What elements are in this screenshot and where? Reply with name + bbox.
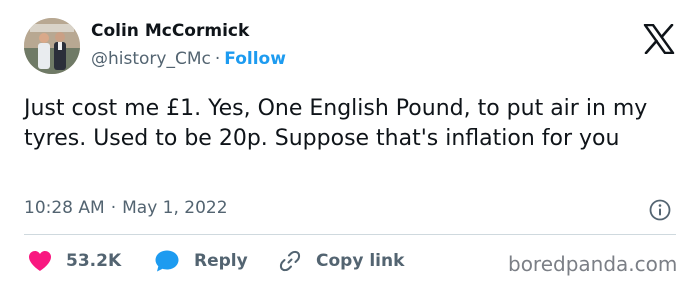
author-handle[interactable]: @history_CMc bbox=[91, 49, 211, 69]
tweet-date: May 1, 2022 bbox=[122, 198, 228, 218]
follow-button[interactable]: Follow bbox=[224, 49, 286, 69]
author-name[interactable]: Colin McCormick bbox=[91, 21, 249, 41]
tweet-timestamp[interactable]: 10:28 AM · May 1, 2022 bbox=[24, 198, 228, 218]
reply-label: Reply bbox=[194, 251, 248, 271]
speech-bubble-icon bbox=[155, 250, 179, 272]
tweet-card: Colin McCormick @history_CMc · Follow Just… bbox=[0, 0, 700, 288]
avatar[interactable] bbox=[24, 18, 80, 74]
divider bbox=[24, 234, 676, 235]
copy-link-label: Copy link bbox=[316, 251, 405, 271]
timestamp-separator: · bbox=[110, 198, 117, 218]
like-button[interactable]: 53.2K bbox=[28, 249, 121, 273]
info-icon[interactable] bbox=[649, 199, 671, 221]
link-icon bbox=[279, 250, 301, 272]
avatar-photo bbox=[24, 18, 80, 74]
tweet-text: Just cost me £1. Yes, One English Pound,… bbox=[24, 96, 648, 151]
tweet-time: 10:28 AM bbox=[24, 198, 105, 218]
x-logo-icon[interactable] bbox=[643, 23, 675, 55]
like-count: 53.2K bbox=[66, 251, 122, 271]
handle-separator: · bbox=[214, 49, 221, 69]
author-handle-row: @history_CMc · Follow bbox=[91, 49, 286, 69]
reply-button[interactable]: Reply bbox=[154, 249, 248, 273]
watermark: boredpanda.com bbox=[508, 252, 678, 276]
heart-icon bbox=[29, 251, 51, 271]
copy-link-button[interactable]: Copy link bbox=[278, 249, 404, 273]
